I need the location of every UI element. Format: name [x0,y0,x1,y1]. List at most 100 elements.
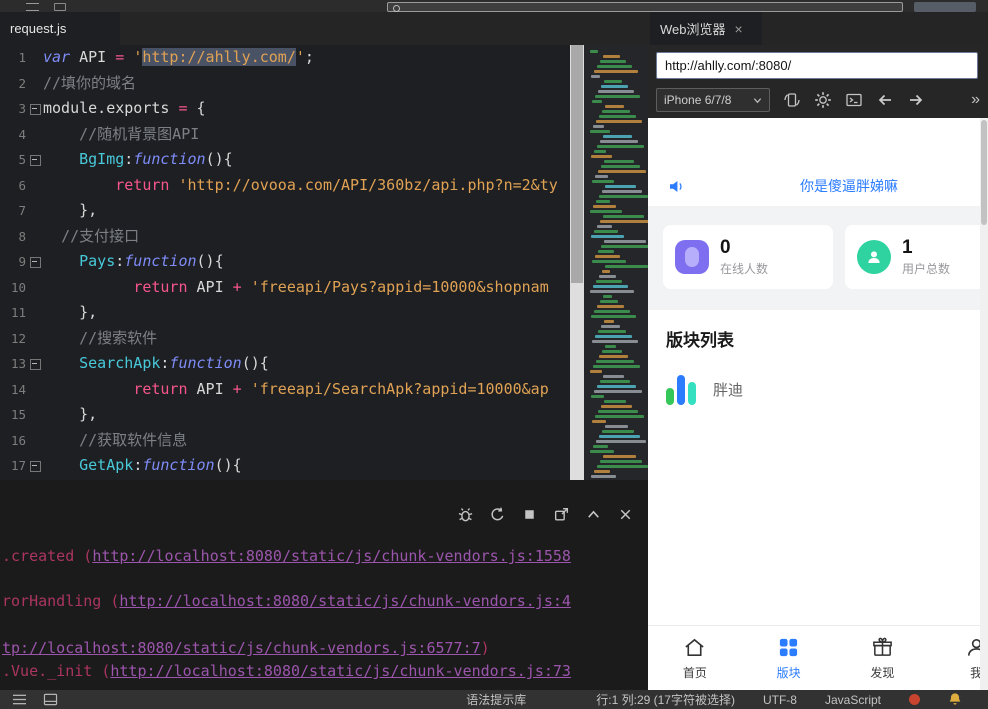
fold-marker[interactable] [26,96,43,122]
code-line[interactable]: 10 return API + 'freeapi/Pays?appid=1000… [0,275,570,301]
fold-gutter [26,300,43,326]
code-line[interactable]: 5 BgImg:function(){ [0,147,570,173]
global-search-input[interactable] [387,2,903,12]
console-toolbar [457,506,634,523]
code-text: //支付接口 [43,224,139,250]
tab-web-browser[interactable]: Web浏览器 × [650,12,762,45]
tab-boards[interactable]: 版块 [742,626,836,690]
notice-bar[interactable]: 你是傻逼胖娣嘛 [648,165,980,207]
code-line[interactable]: 4 //随机背景图API [0,122,570,148]
encoding[interactable]: UTF-8 [763,693,797,707]
stop-icon[interactable] [521,506,538,523]
code-lines: 1var API = 'http://ahlly.com/';2//填你的域名3… [0,45,570,479]
tab-me-label: 我 [970,664,980,681]
line-number: 7 [0,198,26,224]
section-title: 版块列表 [666,326,980,351]
code-line[interactable]: 1var API = 'http://ahlly.com/'; [0,45,570,71]
mobile-preview: 你是傻逼胖娣嘛 0 在线人数 [648,118,980,690]
line-number: 15 [0,402,26,428]
code-line[interactable]: 6 return 'http://ovooa.com/API/360bz/api… [0,173,570,199]
back-arrow-icon[interactable] [876,91,894,109]
cursor-position[interactable]: 行:1 列:29 (17字符被选择) [596,691,735,708]
line-number: 12 [0,326,26,352]
language-mode[interactable]: JavaScript [825,693,881,707]
code-text: }, [43,402,97,428]
status-bar: 语法提示库 行:1 列:29 (17字符被选择) UTF-8 JavaScrip… [0,690,988,709]
open-external-icon[interactable] [553,506,570,523]
forward-arrow-icon[interactable] [907,91,925,109]
code-text: SearchApk:function(){ [43,351,269,377]
line-number: 3 [0,96,26,122]
editor-tab-label: request.js [10,21,66,36]
code-line[interactable]: 17 GetApk:function(){ [0,453,570,479]
tab-home-label: 首页 [683,664,707,681]
close-icon[interactable]: × [735,21,743,37]
code-line[interactable]: 15 }, [0,402,570,428]
line-number: 10 [0,275,26,301]
fold-gutter [26,275,43,301]
device-select-value: iPhone 6/7/8 [664,93,731,107]
more-tools-chevron[interactable]: » [971,91,980,109]
tab-request-js[interactable]: request.js [0,12,120,45]
fold-marker[interactable] [26,147,43,173]
fold-marker[interactable] [26,453,43,479]
console-panel-icon[interactable] [43,693,58,706]
preview-scrollbar-thumb[interactable] [981,120,987,225]
gear-icon[interactable] [814,91,832,109]
code-line[interactable]: 3module.exports = { [0,96,570,122]
bell-icon[interactable] [948,692,962,707]
fold-gutter [26,45,43,71]
open-file-icon[interactable] [54,3,66,11]
code-line[interactable]: 8 //支付接口 [0,224,570,250]
tab-discover[interactable]: 发现 [836,626,930,690]
board-list-item[interactable]: 胖迪 [666,373,980,405]
web-browser-panel: iPhone 6/7/8 » [648,45,988,690]
collapse-panel-icon[interactable] [585,506,602,523]
stat-card-online: 0 在线人数 [663,225,833,289]
online-users-icon [675,240,709,274]
code-text: //搜索软件 [43,326,157,352]
speaker-icon [668,178,685,195]
console-line: tp://localhost:8080/static/js/chunk-vend… [2,639,490,657]
restart-icon[interactable] [489,506,506,523]
line-number: 13 [0,351,26,377]
fold-marker[interactable] [26,351,43,377]
toolbar-button[interactable] [914,2,976,12]
fold-marker[interactable] [26,249,43,275]
preview-scrollbar[interactable] [980,118,988,690]
menu-icon[interactable] [26,3,39,11]
fold-gutter [26,122,43,148]
debug-bug-icon[interactable] [457,506,474,523]
stack-trace-link[interactable]: http://localhost:8080/static/js/chunk-ve… [110,662,571,680]
board-name: 胖迪 [713,379,743,400]
fold-gutter [26,428,43,454]
code-line[interactable]: 14 return API + 'freeapi/SearchApk?appid… [0,377,570,403]
devtools-console-icon[interactable] [845,91,863,109]
code-editor[interactable]: 1var API = 'http://ahlly.com/';2//填你的域名3… [0,45,570,480]
address-bar-input[interactable] [656,52,978,79]
outline-list-icon[interactable] [12,693,27,706]
code-line[interactable]: 7 }, [0,198,570,224]
tab-me[interactable]: 我 [929,626,980,690]
syntax-hint-library[interactable]: 语法提示库 [466,691,526,708]
editor-scrollbar-thumb[interactable] [571,45,583,283]
code-line[interactable]: 11 }, [0,300,570,326]
rotate-device-icon[interactable] [783,91,801,109]
clear-console-icon[interactable] [617,506,634,523]
code-text: }, [43,300,97,326]
device-select[interactable]: iPhone 6/7/8 [656,88,770,112]
tab-home[interactable]: 首页 [648,626,742,690]
stack-trace-link[interactable]: tp://localhost:8080/static/js/chunk-vend… [2,639,481,657]
stack-trace-link[interactable]: http://localhost:8080/static/js/chunk-ve… [92,547,571,565]
code-line[interactable]: 2//填你的域名 [0,71,570,97]
minimap[interactable] [584,45,648,480]
code-text: return API + 'freeapi/SearchApk?appid=10… [43,377,549,403]
stack-trace-link[interactable]: http://localhost:8080/static/js/chunk-ve… [119,592,571,610]
editor-scrollbar[interactable] [570,45,584,480]
code-line[interactable]: 13 SearchApk:function(){ [0,351,570,377]
code-line[interactable]: 12 //搜索软件 [0,326,570,352]
code-text: }, [43,198,97,224]
code-line[interactable]: 16 //获取软件信息 [0,428,570,454]
code-line[interactable]: 9 Pays:function(){ [0,249,570,275]
status-dot-icon[interactable] [909,694,920,705]
